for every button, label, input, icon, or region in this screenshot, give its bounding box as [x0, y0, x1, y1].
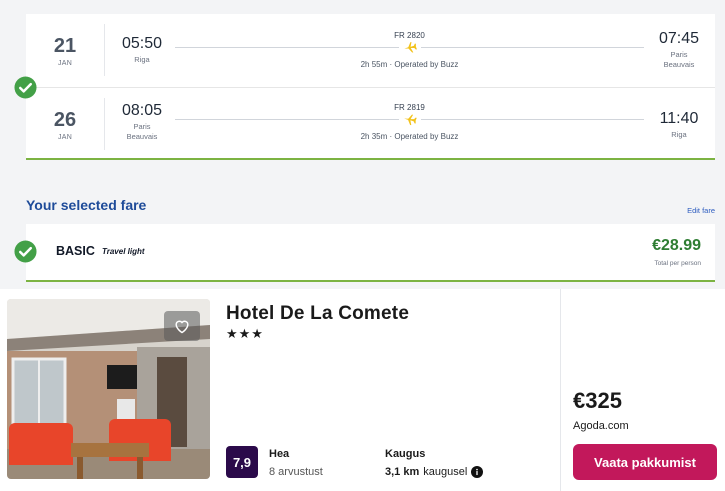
fare-price-note: Total per person — [654, 260, 701, 267]
rating-label: Hea — [269, 448, 290, 460]
distance-suffix: kaugusel — [423, 466, 468, 478]
flight-month: JAN — [57, 60, 73, 67]
fare-card[interactable]: BASIC Travel light €28.99 Total per pers… — [26, 224, 715, 282]
flight-leg-return[interactable]: 26 JAN 08:05 Paris Beauvais FR 2819 2h 3… — [26, 87, 715, 159]
check-circle-icon — [14, 240, 37, 263]
favorite-button[interactable] — [164, 311, 200, 341]
arrival: 07:45 Paris Beauvais — [649, 30, 709, 70]
check-circle-icon — [14, 76, 37, 99]
heart-icon — [175, 320, 189, 334]
departure-place: Riga — [134, 55, 150, 64]
arrival-place: Paris — [670, 50, 688, 59]
price-divider — [560, 289, 561, 491]
rating-badge: 7,9 — [226, 446, 258, 478]
distance-km: 3,1 km — [385, 466, 420, 478]
distance-label: Kaugus — [385, 448, 426, 460]
hotel-name[interactable]: Hotel De La Comete — [226, 303, 409, 325]
distance-value: 3,1 km kaugusel — [385, 466, 484, 478]
departure: 05:50 Riga — [112, 35, 172, 65]
flight-card: 21 JAN 05:50 Riga FR 2820 2h 55m · Opera… — [26, 14, 715, 160]
departure: 08:05 Paris Beauvais — [112, 102, 172, 142]
edit-fare-link[interactable]: Edit fare — [687, 206, 715, 215]
fare-price: €28.99 — [652, 237, 701, 254]
arrival-time: 11:40 — [659, 110, 699, 127]
fare-section-title: Your selected fare — [26, 197, 147, 213]
date-divider — [104, 98, 105, 150]
hotel-price: €325 — [573, 388, 622, 413]
departure-time: 05:50 — [121, 35, 163, 52]
fare-name: BASIC — [56, 244, 95, 258]
hotel-card: Hotel De La Comete ★★★ 7,9 Hea 8 arvustu… — [0, 289, 725, 491]
arrival: 11:40 Riga — [649, 110, 709, 140]
arrival-place: Riga — [671, 130, 687, 139]
flight-number: FR 2819 — [394, 103, 425, 112]
plane-icon — [398, 40, 421, 54]
info-icon[interactable] — [471, 466, 484, 478]
plane-icon — [398, 112, 421, 126]
date-divider — [104, 24, 105, 76]
review-count[interactable]: 8 arvustust — [269, 466, 323, 478]
flight-day: 21 — [53, 35, 77, 57]
flight-duration: 2h 55m · Operated by Buzz — [360, 60, 459, 69]
flight-date: 21 JAN — [26, 14, 104, 86]
departure-place-line2: Beauvais — [126, 132, 158, 141]
flight-day: 26 — [53, 109, 77, 131]
flight-month: JAN — [57, 134, 73, 141]
flight-duration: 2h 35m · Operated by Buzz — [360, 132, 459, 141]
flight-number: FR 2820 — [394, 31, 425, 40]
arrival-place-line2: Beauvais — [663, 60, 695, 69]
flight-date: 26 JAN — [26, 88, 104, 159]
hotel-provider: Agoda.com — [573, 420, 629, 432]
hotel-stars: ★★★ — [226, 326, 264, 341]
fare-subtitle: Travel light — [102, 247, 145, 256]
arrival-time: 07:45 — [658, 30, 700, 47]
flight-leg-outbound[interactable]: 21 JAN 05:50 Riga FR 2820 2h 55m · Opera… — [26, 14, 715, 86]
departure-time: 08:05 — [121, 102, 163, 119]
view-deal-button[interactable]: Vaata pakkumist — [573, 444, 717, 480]
departure-place: Paris — [133, 122, 151, 131]
